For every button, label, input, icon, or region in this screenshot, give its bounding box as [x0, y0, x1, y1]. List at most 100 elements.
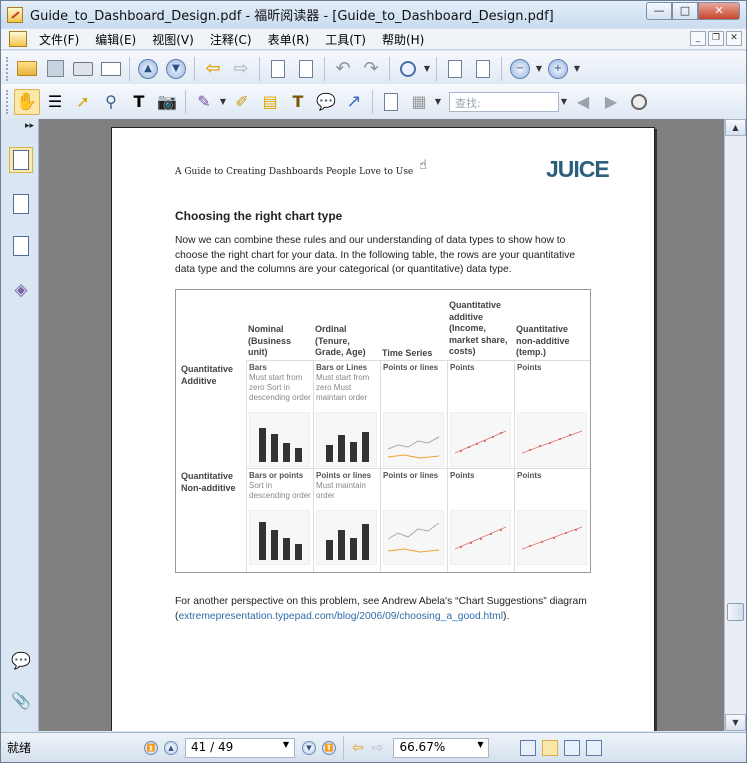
- minimize-button[interactable]: —: [646, 2, 672, 20]
- zoom-in-button[interactable]: +: [545, 56, 571, 82]
- footer-end: ).: [503, 610, 510, 622]
- menu-form[interactable]: 表单(R): [260, 31, 318, 48]
- first-page-button[interactable]: ⏫: [144, 740, 158, 755]
- scroll-down-button[interactable]: ▼: [725, 714, 746, 731]
- separator: [259, 56, 260, 81]
- toolbar-grip[interactable]: [6, 56, 10, 81]
- find-next-button[interactable]: ▶: [598, 89, 624, 115]
- open-button[interactable]: [14, 56, 40, 82]
- thumbnail-bar: [362, 524, 369, 560]
- column-header: Ordinal (Tenure, Grade, Age): [315, 324, 366, 357]
- scroll-up-button[interactable]: ▲: [725, 119, 746, 136]
- menu-tools[interactable]: 工具(T): [317, 31, 374, 48]
- print-button[interactable]: [70, 56, 96, 82]
- menu-comment[interactable]: 注释(C): [202, 31, 260, 48]
- magnifier-icon: [400, 60, 416, 77]
- layers-icon: ◈: [14, 280, 28, 300]
- fit-width-icon: [476, 59, 490, 78]
- fit-width-button[interactable]: [470, 56, 496, 82]
- arrow-tool-button[interactable]: ↗: [341, 89, 367, 115]
- scroll-thumb[interactable]: [727, 603, 744, 621]
- annotate-button[interactable]: ✎: [191, 89, 217, 115]
- pattern-dropdown[interactable]: ▼: [433, 97, 443, 106]
- zoom-out-button[interactable]: −: [507, 56, 533, 82]
- separator: [501, 56, 502, 81]
- bar-chart-thumbnail: [316, 510, 377, 565]
- close-button[interactable]: ✕: [698, 2, 740, 20]
- copy-button[interactable]: [265, 56, 291, 82]
- doc-minimize-button[interactable]: _: [690, 31, 706, 46]
- binoculars-button[interactable]: ⚲: [98, 89, 124, 115]
- continuous-facing-view-icon[interactable]: [586, 739, 603, 756]
- comments-panel-button[interactable]: 💬: [9, 647, 33, 673]
- email-button[interactable]: [98, 56, 124, 82]
- menu-edit[interactable]: 编辑(E): [87, 31, 144, 48]
- attachments-panel-button[interactable]: 📎: [9, 687, 33, 713]
- toolbar-grip[interactable]: [6, 89, 10, 114]
- zoom-in-dropdown[interactable]: ▼: [572, 64, 582, 73]
- forward-nav-icon[interactable]: ⇨: [372, 740, 384, 756]
- hand-tool-button[interactable]: ✋: [14, 88, 40, 115]
- collapse-panel-button[interactable]: ▸▸: [25, 121, 34, 131]
- menu-view[interactable]: 视图(V): [144, 31, 202, 48]
- undo-button[interactable]: ↶: [330, 56, 356, 82]
- back-button[interactable]: ⇦: [200, 56, 226, 82]
- page-thumbnail-icon: [13, 150, 29, 170]
- next-page-nav-button[interactable]: ▼: [302, 740, 316, 755]
- typewriter-button[interactable]: T: [285, 89, 311, 115]
- previous-page-button[interactable]: ▲: [135, 56, 161, 82]
- diagonal-arrow-icon: ↗: [346, 91, 362, 112]
- separator: [324, 56, 325, 81]
- zoom-out-dropdown[interactable]: ▼: [534, 64, 544, 73]
- doc-close-button[interactable]: ✕: [726, 31, 742, 46]
- back-nav-icon[interactable]: ⇦: [352, 740, 364, 756]
- pages-panel-button[interactable]: [9, 147, 33, 173]
- bookmark-icon: [13, 194, 29, 214]
- bookmarks-panel-button[interactable]: [9, 191, 33, 217]
- maximize-button[interactable]: □: [672, 2, 698, 20]
- menu-help[interactable]: 帮助(H): [374, 31, 432, 48]
- footer-paragraph: For another perspective on this problem,…: [175, 595, 605, 624]
- continuous-view-icon[interactable]: [542, 739, 559, 756]
- search-input[interactable]: 查找:: [449, 91, 559, 112]
- menu-file[interactable]: 文件(F): [31, 31, 87, 48]
- comment-button[interactable]: 💬: [313, 89, 339, 115]
- zoom-level-field[interactable]: 66.67% ▼: [393, 737, 490, 758]
- select-text-button[interactable]: ☰: [42, 89, 68, 115]
- search-button[interactable]: [626, 89, 652, 115]
- vertical-scrollbar[interactable]: ▲ ▼: [724, 119, 746, 731]
- note-button[interactable]: ▤: [257, 89, 283, 115]
- forward-button[interactable]: ⇨: [228, 56, 254, 82]
- document-icon[interactable]: [9, 31, 27, 47]
- highlight-button[interactable]: ✐: [229, 89, 255, 115]
- single-page-view-icon[interactable]: [520, 739, 537, 756]
- annotate-dropdown[interactable]: ▼: [218, 97, 228, 106]
- zoom-level-value: 66.67%: [399, 739, 446, 754]
- last-page-button[interactable]: ⏬: [322, 740, 336, 755]
- reference-link[interactable]: extremepresentation.typepad.com/blog/200…: [178, 611, 503, 622]
- doc-restore-button[interactable]: ❐: [708, 31, 724, 46]
- redo-button[interactable]: ↷: [358, 56, 384, 82]
- select-tool-button[interactable]: ➚: [70, 89, 96, 115]
- thumbnail-bar: [295, 448, 302, 462]
- document-viewer[interactable]: ☝ A Guide to Creating Dashboards People …: [39, 119, 724, 731]
- save-button[interactable]: [42, 56, 68, 82]
- pattern-button[interactable]: ▦: [406, 89, 432, 115]
- scatter-chart-thumbnail: [450, 510, 511, 565]
- zoom-tool-button[interactable]: [395, 56, 421, 82]
- fit-page-button[interactable]: [442, 56, 468, 82]
- page-number-field[interactable]: 41 / 49 ▼: [185, 737, 295, 758]
- next-page-button[interactable]: ▼: [163, 56, 189, 82]
- annotations-panel-button[interactable]: [9, 233, 33, 259]
- search-dropdown[interactable]: ▼: [559, 97, 569, 106]
- layers-panel-button[interactable]: ◈: [9, 277, 33, 303]
- scatter-chart-thumbnail: [517, 412, 587, 467]
- facing-view-icon[interactable]: [564, 739, 581, 756]
- zoom-tool-dropdown[interactable]: ▼: [422, 64, 432, 73]
- previous-page-nav-button[interactable]: ▲: [164, 740, 178, 755]
- stamp-button[interactable]: [378, 89, 404, 115]
- find-previous-button[interactable]: ◀: [570, 89, 596, 115]
- paste-button[interactable]: [293, 56, 319, 82]
- snapshot-button[interactable]: 📷: [154, 89, 180, 115]
- text-tool-button[interactable]: T: [126, 89, 152, 115]
